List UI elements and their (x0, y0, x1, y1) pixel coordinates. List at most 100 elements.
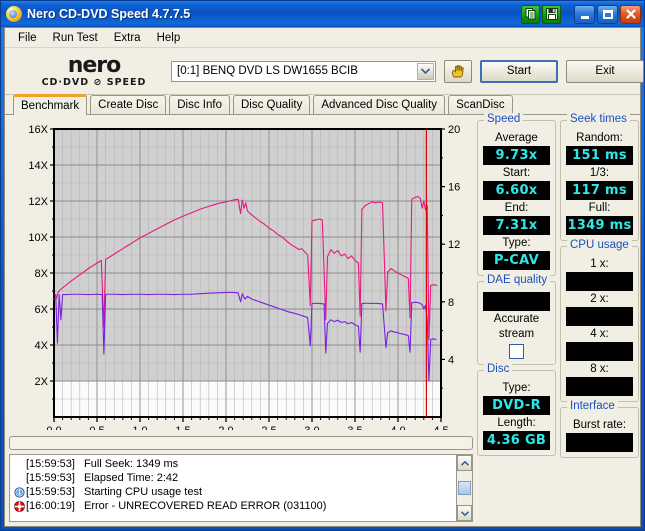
disc-panel: Disc Type: DVD-R Length: 4.36 GB (477, 363, 556, 456)
exit-button[interactable]: Exit (566, 59, 644, 83)
menu-item-extra[interactable]: Extra (107, 30, 148, 46)
cpu-2x-value (566, 307, 633, 326)
scrollbar-track[interactable] (457, 471, 472, 505)
svg-text:0.5: 0.5 (89, 425, 104, 430)
stats-column-left: Speed Average 9.73x Start: 6.60x End: 7.… (477, 113, 556, 522)
disc-panel-title: Disc (484, 363, 513, 375)
svg-text:12X: 12X (28, 196, 48, 208)
info-icon (12, 486, 26, 498)
dae-quality-panel: DAE quality Accurate stream (477, 274, 556, 365)
svg-text:8X: 8X (35, 268, 49, 280)
log-timestamp: [15:59:53] (26, 458, 75, 470)
save-icon[interactable] (542, 4, 561, 24)
chevron-up-icon[interactable] (457, 455, 472, 471)
tab-scandisc[interactable]: ScanDisc (448, 95, 513, 114)
cpu-8x-label: 8 x: (590, 363, 609, 375)
cpu-panel-title: CPU usage (567, 239, 632, 251)
chevron-down-icon[interactable] (417, 62, 434, 80)
seek-times-panel: Seek times Random: 151 ms 1/3: 117 ms Fu… (560, 113, 639, 241)
log-message: Starting CPU usage test (84, 486, 203, 498)
minimize-icon[interactable] (574, 4, 595, 24)
svg-text:16X: 16X (28, 124, 48, 136)
disc-length-value: 4.36 GB (483, 431, 550, 450)
nero-disc-icon (6, 6, 22, 22)
svg-text:1.5: 1.5 (175, 425, 190, 430)
svg-text:3.5: 3.5 (347, 425, 362, 430)
svg-text:4X: 4X (35, 340, 49, 352)
menu-item-file[interactable]: File (11, 30, 44, 46)
logo-tagline: CD·DVD ⊘ SPEED (41, 76, 147, 88)
dae-panel-title: DAE quality (484, 274, 551, 286)
tab-create-disc[interactable]: Create Disc (90, 95, 167, 114)
tab-benchmark[interactable]: Benchmark (13, 94, 88, 115)
log-message: Full Seek: 1349 ms (84, 458, 179, 470)
nero-logo: nero CD·DVD ⊘ SPEED (13, 54, 163, 88)
stats-column-right: Seek times Random: 151 ms 1/3: 117 ms Fu… (560, 113, 639, 522)
tab-disc-quality[interactable]: Disc Quality (233, 95, 311, 114)
speed-panel-title: Speed (484, 113, 524, 125)
speed-start-label: Start: (502, 167, 531, 179)
client-area: File Run Test Extra Help nero CD·DVD ⊘ S… (4, 27, 644, 527)
seek-full-label: Full: (588, 202, 611, 214)
scrollbar[interactable] (456, 455, 472, 521)
eject-hand-icon[interactable] (444, 59, 472, 83)
svg-text:4: 4 (448, 354, 454, 366)
drive-select-value: [0:1] BENQ DVD LS DW1655 BCIB (177, 65, 358, 77)
disc-length-label: Length: (497, 417, 536, 429)
window-title: Nero CD-DVD Speed 4.7.7.5 (27, 7, 191, 21)
speed-type-label: Type: (502, 237, 531, 249)
tab-advanced-disc-quality[interactable]: Advanced Disc Quality (313, 95, 446, 114)
scrollbar-thumb[interactable] (458, 481, 471, 495)
interface-panel: Interface Burst rate: (560, 400, 639, 458)
dae-accurate-label-line2: stream (498, 328, 535, 340)
burst-rate-value (566, 433, 633, 452)
copy-icon[interactable] (521, 4, 540, 24)
svg-text:6X: 6X (35, 304, 49, 316)
log-timestamp: [15:59:53] (26, 486, 75, 498)
title-bar-buttons (521, 4, 641, 24)
seek-third-label: 1/3: (589, 167, 610, 179)
progress-bar (9, 436, 473, 450)
svg-text:20: 20 (448, 124, 460, 136)
drive-select[interactable]: [0:1] BENQ DVD LS DW1655 BCIB (171, 60, 436, 82)
close-icon[interactable] (620, 4, 641, 24)
svg-text:4.0: 4.0 (390, 425, 405, 430)
seek-full-value: 1349 ms (566, 216, 633, 235)
stats-columns: Speed Average 9.73x Start: 6.60x End: 7.… (477, 113, 639, 522)
cpu-usage-panel: CPU usage 1 x: 2 x: 4 x: 8 x: (560, 239, 639, 402)
svg-text:1.0: 1.0 (132, 425, 147, 430)
cpu-4x-label: 4 x: (590, 328, 609, 340)
burst-rate-label: Burst rate: (572, 419, 627, 431)
dae-value (483, 292, 550, 311)
dae-accurate-label-line1: Accurate (493, 313, 540, 325)
disc-type-label: Type: (502, 382, 531, 394)
svg-text:16: 16 (448, 182, 460, 194)
tab-strip: Benchmark Create Disc Disc Info Disc Qua… (5, 94, 640, 115)
toolbar: nero CD·DVD ⊘ SPEED [0:1] BENQ DVD LS DW… (5, 48, 644, 95)
cpu-4x-value (566, 342, 633, 361)
start-button[interactable]: Start (480, 59, 558, 83)
cpu-1x-value (566, 272, 633, 291)
list-item: [15:59:53] Full Seek: 1349 ms (10, 457, 456, 471)
menu-item-run-test[interactable]: Run Test (46, 30, 105, 46)
log-panel[interactable]: [15:59:53] Full Seek: 1349 ms [15:59:53]… (9, 454, 473, 522)
maximize-icon[interactable] (597, 4, 618, 24)
menu-item-help[interactable]: Help (150, 30, 188, 46)
speed-average-label: Average (495, 132, 538, 144)
svg-text:4.5: 4.5 (433, 425, 448, 430)
svg-text:14X: 14X (28, 160, 48, 172)
svg-text:8: 8 (448, 297, 454, 309)
list-item: [16:00:19] Error - UNRECOVERED READ ERRO… (10, 499, 456, 513)
chevron-down-icon[interactable] (457, 505, 472, 521)
log-message: Elapsed Time: 2:42 (84, 472, 179, 484)
svg-text:12: 12 (448, 239, 460, 251)
interface-panel-title: Interface (567, 400, 618, 412)
seek-panel-title: Seek times (567, 113, 630, 125)
cpu-8x-value (566, 377, 633, 396)
tab-disc-info[interactable]: Disc Info (169, 95, 230, 114)
accurate-stream-checkbox[interactable] (509, 344, 524, 359)
cpu-1x-label: 1 x: (590, 258, 609, 270)
log-timestamp: [15:59:53] (26, 472, 75, 484)
log-message: Error - UNRECOVERED READ ERROR (031100) (84, 500, 327, 512)
log-timestamp: [16:00:19] (26, 500, 75, 512)
